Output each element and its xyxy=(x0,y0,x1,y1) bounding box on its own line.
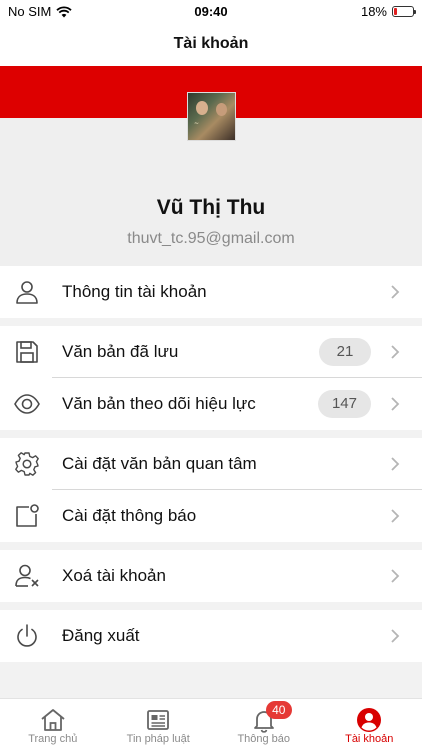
chevron-right-icon xyxy=(391,457,400,471)
tab-account[interactable]: Tài khoản xyxy=(317,699,422,750)
chevron-right-icon xyxy=(391,629,400,643)
user-email: thuvt_tc.95@gmail.com xyxy=(127,230,295,247)
tab-label: Trang chủ xyxy=(28,733,78,745)
power-icon xyxy=(17,624,37,647)
menu-item-label: Cài đặt văn bản quan tâm xyxy=(62,454,257,473)
tab-label: Thông báo xyxy=(237,733,291,745)
tab-label: Tài khoản xyxy=(345,733,394,745)
tab-notifications[interactable]: 40 Thông báo xyxy=(211,699,317,750)
menu-item-label: Văn bản đã lưu xyxy=(62,342,179,361)
menu-group-documents: Văn bản đã lưu 21 Văn bản theo dõi hiệu … xyxy=(0,326,422,430)
menu-item-logout[interactable]: Đăng xuất xyxy=(0,610,422,662)
count-badge: 147 xyxy=(317,390,371,418)
menu-group-profile: Thông tin tài khoản xyxy=(0,266,422,318)
user-name: Vũ Thị Thu xyxy=(156,196,266,219)
menu-item-label: Đăng xuất xyxy=(62,626,140,645)
menu-item-saved-documents[interactable]: Văn bản đã lưu 21 xyxy=(0,326,422,378)
page-title: Tài khoản xyxy=(173,35,249,52)
count-badge: 21 xyxy=(319,338,371,366)
user-icon xyxy=(16,281,38,304)
chevron-right-icon xyxy=(391,509,400,523)
menu-item-label: Cài đặt thông báo xyxy=(62,506,197,525)
chevron-right-icon xyxy=(391,569,400,583)
menu-group-logout: Đăng xuất xyxy=(0,610,422,662)
nav-bar: Tài khoản xyxy=(0,26,422,66)
menu-item-label: Văn bản theo dõi hiệu lực xyxy=(62,394,256,413)
notification-count-badge: 40 xyxy=(265,701,292,719)
tab-bar: Trang chủ Tin pháp luật 40 Thông báo Tài… xyxy=(0,698,422,750)
home-icon xyxy=(41,709,65,731)
menu-item-interest-settings[interactable]: Cài đặt văn bản quan tâm xyxy=(0,438,422,490)
menu-item-account-info[interactable]: Thông tin tài khoản xyxy=(0,266,422,318)
chevron-right-icon xyxy=(391,285,400,299)
menu-item-label: Xoá tài khoản xyxy=(62,566,166,585)
menu-item-notification-settings[interactable]: Cài đặt thông báo xyxy=(0,490,422,542)
delete-user-icon xyxy=(15,564,39,587)
account-menu: Thông tin tài khoản Văn bản đã lưu 21 Vă… xyxy=(0,266,422,670)
tab-label: Tin pháp luật xyxy=(126,733,190,745)
chevron-right-icon xyxy=(391,345,400,359)
battery-icon xyxy=(392,6,416,17)
account-icon xyxy=(357,708,382,732)
menu-item-delete-account[interactable]: Xoá tài khoản xyxy=(0,550,422,602)
battery-percent: 18% xyxy=(360,4,387,19)
menu-group-settings: Cài đặt văn bản quan tâm Cài đặt thông b… xyxy=(0,438,422,542)
avatar[interactable]: ~ xyxy=(187,92,236,141)
menu-item-label: Thông tin tài khoản xyxy=(62,282,207,301)
menu-item-tracked-documents[interactable]: Văn bản theo dõi hiệu lực 147 xyxy=(0,378,422,430)
menu-group-delete: Xoá tài khoản xyxy=(0,550,422,602)
newspaper-icon xyxy=(147,710,170,730)
eye-icon xyxy=(14,394,40,414)
notification-settings-icon xyxy=(16,504,39,527)
status-bar: No SIM 09:40 18% xyxy=(0,0,422,26)
battery-info: 18% xyxy=(360,4,416,19)
clock: 09:40 xyxy=(194,4,228,19)
chevron-right-icon xyxy=(391,397,400,411)
tab-home[interactable]: Trang chủ xyxy=(0,699,106,750)
gear-icon xyxy=(15,452,39,476)
save-icon xyxy=(16,341,38,363)
tab-legal-news[interactable]: Tin pháp luật xyxy=(106,699,212,750)
profile-header: ~ Vũ Thị Thu thuvt_tc.95@gmail.com xyxy=(0,66,422,266)
